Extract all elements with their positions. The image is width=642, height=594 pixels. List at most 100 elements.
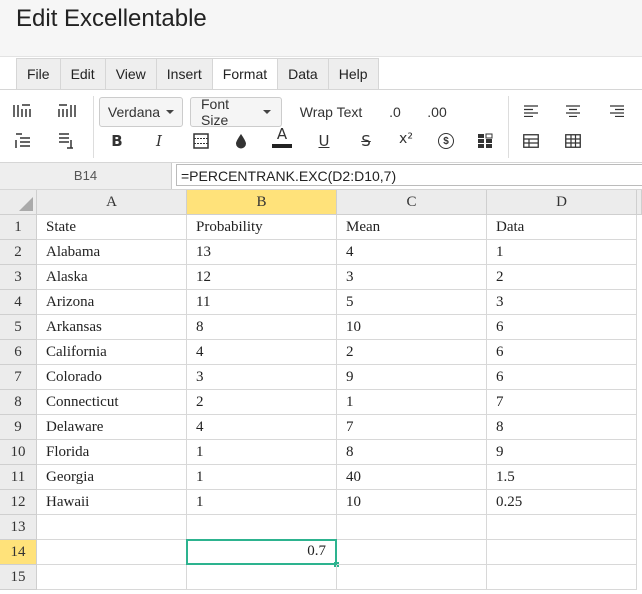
table-cell[interactable] xyxy=(337,515,487,540)
font-family-dropdown[interactable]: Verdana xyxy=(99,97,183,127)
table-cell[interactable] xyxy=(187,565,337,590)
table-cell[interactable]: 7 xyxy=(337,415,487,440)
table-cell[interactable]: 3 xyxy=(187,365,337,390)
column-header-a[interactable]: A xyxy=(37,190,187,215)
italic-button[interactable]: I xyxy=(148,130,170,152)
table-cell[interactable]: 2 xyxy=(337,340,487,365)
align-right-icon[interactable] xyxy=(606,100,628,122)
table-cell[interactable] xyxy=(37,540,187,565)
table-cell[interactable]: 2 xyxy=(187,390,337,415)
increase-decimal-button[interactable]: .00 xyxy=(420,97,454,127)
table-cell[interactable] xyxy=(487,565,637,590)
table-cell[interactable]: Probability xyxy=(187,215,337,240)
table-cell[interactable]: Data xyxy=(487,215,637,240)
menu-file[interactable]: File xyxy=(17,59,61,89)
table-cell[interactable] xyxy=(187,515,337,540)
table-cell[interactable]: 12 xyxy=(187,265,337,290)
table-cell[interactable]: 1 xyxy=(187,465,337,490)
fill-color-icon[interactable] xyxy=(230,130,252,152)
merge-cells-icon[interactable] xyxy=(520,130,542,152)
table-cell[interactable]: Florida xyxy=(37,440,187,465)
insert-row-above-icon[interactable] xyxy=(12,130,34,152)
row-header[interactable]: 13 xyxy=(0,515,37,540)
font-color-button[interactable]: A xyxy=(271,126,293,148)
table-cell[interactable]: Alabama xyxy=(37,240,187,265)
table-cell[interactable]: Mean xyxy=(337,215,487,240)
formula-input[interactable]: =PERCENTRANK.EXC(D2:D10,7) xyxy=(176,164,642,186)
table-cell[interactable]: 6 xyxy=(487,340,637,365)
table-cell[interactable]: Arizona xyxy=(37,290,187,315)
menu-view[interactable]: View xyxy=(106,59,157,89)
selected-cell[interactable]: 0.7 xyxy=(186,539,337,565)
row-header[interactable]: 12 xyxy=(0,490,37,515)
row-header[interactable]: 15 xyxy=(0,565,37,590)
borders-icon[interactable] xyxy=(190,130,212,152)
table-cell[interactable]: 8 xyxy=(187,315,337,340)
table-cell[interactable] xyxy=(337,540,487,565)
font-size-dropdown[interactable]: Font Size xyxy=(190,96,282,128)
table-cell[interactable]: 2 xyxy=(487,265,637,290)
bold-button[interactable]: B xyxy=(106,130,128,152)
insert-column-before-icon[interactable] xyxy=(12,100,34,122)
align-left-icon[interactable] xyxy=(520,100,542,122)
table-cell[interactable]: 9 xyxy=(487,440,637,465)
table-cell[interactable]: Georgia xyxy=(37,465,187,490)
cell-reference-box[interactable]: B14 xyxy=(0,163,172,189)
row-header[interactable]: 3 xyxy=(0,265,37,290)
table-cell[interactable]: 4 xyxy=(187,415,337,440)
table-cell[interactable]: 1 xyxy=(487,240,637,265)
table-cell[interactable] xyxy=(487,540,637,565)
align-center-icon[interactable] xyxy=(562,100,584,122)
table-cell[interactable]: 1 xyxy=(187,440,337,465)
table-cell[interactable]: Connecticut xyxy=(37,390,187,415)
strikethrough-button[interactable]: S xyxy=(355,130,377,152)
menu-help[interactable]: Help xyxy=(329,59,378,89)
row-header[interactable]: 4 xyxy=(0,290,37,315)
menu-insert[interactable]: Insert xyxy=(157,59,213,89)
table-cell[interactable]: 9 xyxy=(337,365,487,390)
table-cell[interactable]: 40 xyxy=(337,465,487,490)
column-header-b[interactable]: B xyxy=(187,190,337,215)
insert-column-after-icon[interactable] xyxy=(55,100,77,122)
table-cell[interactable]: 10 xyxy=(337,490,487,515)
currency-icon[interactable]: $ xyxy=(435,130,457,152)
table-cell[interactable]: 3 xyxy=(487,290,637,315)
table-cell[interactable]: 1.5 xyxy=(487,465,637,490)
superscript-button[interactable]: x² xyxy=(395,128,417,150)
table-cell[interactable]: 4 xyxy=(187,340,337,365)
table-cell[interactable]: Arkansas xyxy=(37,315,187,340)
row-header[interactable]: 9 xyxy=(0,415,37,440)
row-header[interactable]: 14 xyxy=(0,540,37,565)
table-cell[interactable]: 7 xyxy=(487,390,637,415)
table-cell[interactable]: 13 xyxy=(187,240,337,265)
table-cell[interactable]: Hawaii xyxy=(37,490,187,515)
table-cell[interactable]: State xyxy=(37,215,187,240)
menu-format[interactable]: Format xyxy=(212,59,279,90)
table-cell[interactable] xyxy=(337,565,487,590)
row-header[interactable]: 7 xyxy=(0,365,37,390)
row-header[interactable]: 5 xyxy=(0,315,37,340)
table-cell[interactable]: California xyxy=(37,340,187,365)
column-header-d[interactable]: D xyxy=(487,190,637,215)
table-cell[interactable]: 1 xyxy=(187,490,337,515)
table-cell[interactable]: 5 xyxy=(337,290,487,315)
underline-button[interactable]: U xyxy=(313,130,335,152)
insert-row-below-icon[interactable] xyxy=(55,130,77,152)
row-header[interactable]: 11 xyxy=(0,465,37,490)
table-grid-icon[interactable] xyxy=(562,130,584,152)
table-cell[interactable]: Alaska xyxy=(37,265,187,290)
menu-data[interactable]: Data xyxy=(278,59,329,89)
table-cell[interactable] xyxy=(37,515,187,540)
conditional-format-icon[interactable] xyxy=(474,130,496,152)
table-cell[interactable]: Colorado xyxy=(37,365,187,390)
select-all-corner[interactable] xyxy=(0,190,37,215)
row-header[interactable]: 6 xyxy=(0,340,37,365)
table-cell[interactable]: 0.25 xyxy=(487,490,637,515)
row-header[interactable]: 2 xyxy=(0,240,37,265)
table-cell[interactable]: 8 xyxy=(487,415,637,440)
menu-edit[interactable]: Edit xyxy=(61,59,106,89)
table-cell[interactable] xyxy=(487,515,637,540)
table-cell[interactable]: 10 xyxy=(337,315,487,340)
table-cell[interactable]: 6 xyxy=(487,365,637,390)
row-header[interactable]: 10 xyxy=(0,440,37,465)
